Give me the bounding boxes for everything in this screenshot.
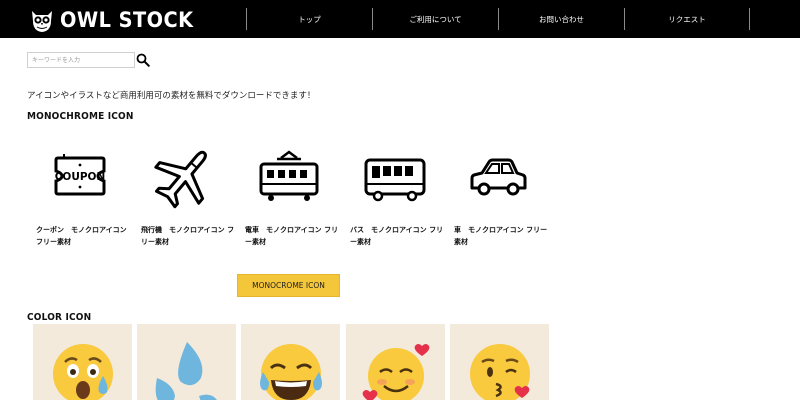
monochrome-section-title: MONOCHROME ICON [27, 111, 134, 122]
car-icon [470, 158, 527, 196]
color-icon-card[interactable] [33, 324, 132, 400]
mono-icon-card-coupon[interactable]: COUPON クーポン モノクロアイコン フリー素材 [30, 132, 130, 252]
bus-icon [364, 158, 426, 202]
color-icon-card[interactable] [137, 324, 236, 400]
airplane-icon [154, 150, 207, 209]
logo-text: OWL STOCK [60, 8, 194, 32]
color-icon-card[interactable] [450, 324, 549, 400]
smiling-hearts-emoji-icon [362, 344, 430, 400]
nav-item-usage[interactable]: ご利用について [372, 8, 498, 30]
mono-icon-label: 飛行機 モノクロアイコン フリー素材 [141, 226, 235, 246]
nav-item-contact[interactable]: お問い合わせ [498, 8, 624, 30]
mono-icon-card-airplane[interactable]: 飛行機 モノクロアイコン フリー素材 [135, 132, 235, 252]
nav-item-request[interactable]: リクエスト [624, 8, 750, 30]
coupon-icon: COUPON [54, 154, 106, 196]
mono-icon-label: バス モノクロアイコン フリー素材 [350, 226, 444, 246]
mono-icon-label: クーポン モノクロアイコン フリー素材 [36, 226, 127, 246]
color-section-title: COLOR ICON [27, 312, 92, 323]
mono-icon-card-bus[interactable]: バス モノクロアイコン フリー素材 [344, 132, 444, 252]
mono-icon-label: 車 モノクロアイコン フリー素材 [454, 226, 548, 246]
mono-icon-card-train[interactable]: 電車 モノクロアイコン フリー素材 [239, 132, 339, 252]
nav-item-top[interactable]: トップ [246, 8, 372, 30]
main-nav: トップ ご利用について お問い合わせ リクエスト [246, 8, 750, 30]
site-logo[interactable]: OWL STOCK [30, 6, 205, 34]
search-icon[interactable] [136, 53, 150, 67]
owl-logo-icon [32, 11, 52, 32]
site-tagline: アイコンやイラストなど商用利用可の素材を無料でダウンロードできます！ [27, 91, 316, 101]
search-input[interactable] [27, 52, 135, 68]
coupon-icon-text: COUPON [55, 171, 106, 183]
site-header: OWL STOCK トップ ご利用について お問い合わせ リクエスト [0, 0, 800, 38]
color-icon-card[interactable] [241, 324, 340, 400]
mono-icon-card-car[interactable]: 車 モノクロアイコン フリー素材 [448, 132, 548, 252]
mono-icon-label: 電車 モノクロアイコン フリー素材 [245, 226, 339, 246]
tears-of-joy-emoji-icon [260, 344, 322, 400]
color-icon-card[interactable] [346, 324, 445, 400]
sweat-droplets-icon [155, 342, 217, 400]
kissing-heart-emoji-icon [470, 344, 530, 400]
monochrome-icon-button[interactable]: MONOCROME ICON [237, 274, 340, 297]
train-icon [259, 150, 319, 201]
shocked-sweat-emoji-icon [53, 344, 113, 400]
